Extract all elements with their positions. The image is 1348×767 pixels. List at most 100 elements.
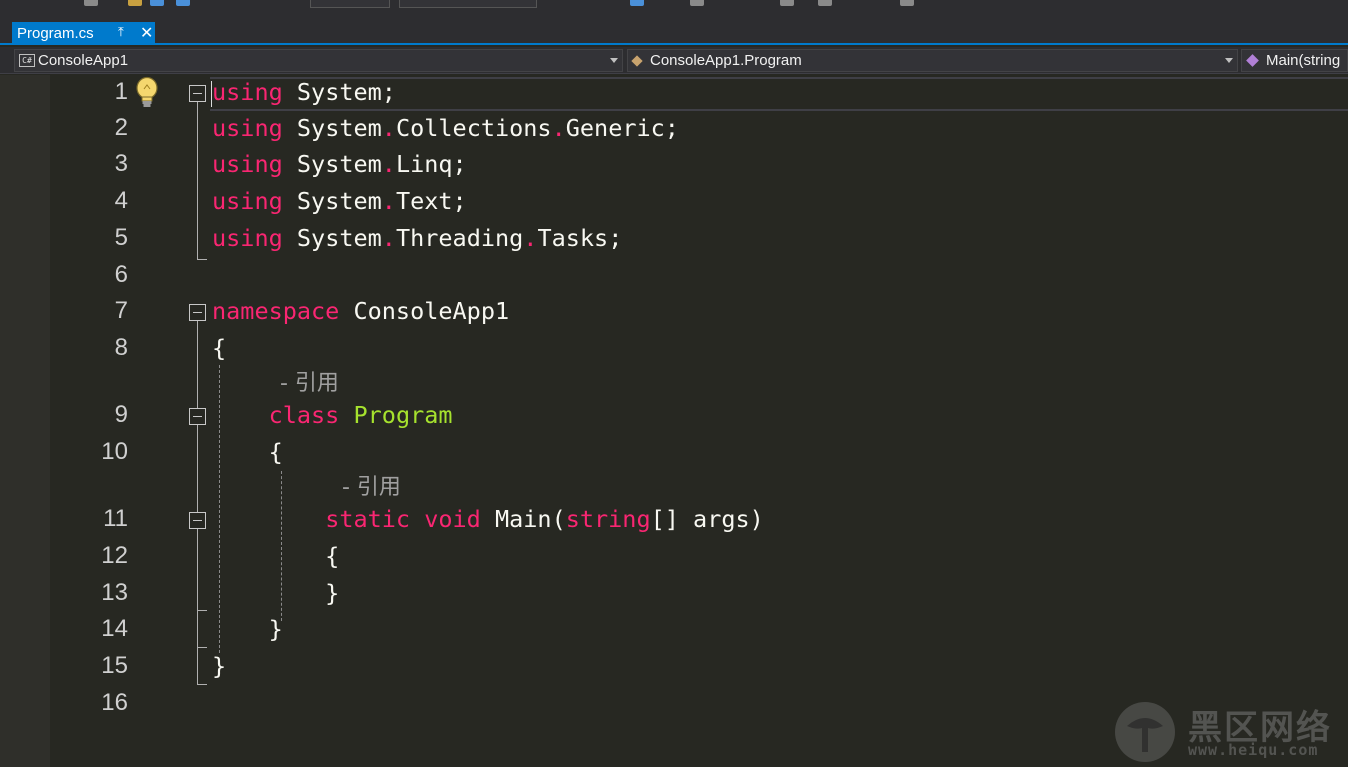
collapse-box-icon[interactable]: [189, 512, 206, 529]
code-line[interactable]: {: [212, 541, 339, 571]
codelens-references[interactable]: - 引用: [280, 370, 339, 398]
outline-line: [197, 684, 207, 685]
code-line[interactable]: using System.Linq;: [212, 149, 467, 179]
keyword-token: string: [565, 505, 651, 533]
code-token: System: [282, 150, 382, 178]
indent-guide: [281, 471, 282, 621]
member-dropdown[interactable]: Main(string: [1241, 49, 1348, 72]
keyword-token: namespace: [212, 297, 340, 325]
code-token: System: [282, 187, 382, 215]
class-dropdown-value: ConsoleApp1.Program: [650, 52, 802, 69]
project-dropdown[interactable]: C# ConsoleApp1: [14, 49, 623, 72]
outline-line: [197, 529, 198, 684]
toolbar-icon[interactable]: [780, 0, 794, 6]
code-token: [] args): [650, 505, 764, 533]
line-number: 3: [114, 150, 128, 177]
code-token: System;: [282, 78, 396, 106]
code-token: ConsoleApp1: [339, 297, 510, 325]
chevron-down-icon: [610, 58, 618, 63]
lightbulb-icon[interactable]: [134, 76, 160, 110]
code-line[interactable]: using System.Threading.Tasks;: [212, 223, 622, 253]
keyword-token: using: [212, 114, 283, 142]
line-number: 14: [101, 615, 128, 642]
code-token: System: [282, 224, 382, 252]
code-line[interactable]: namespace ConsoleApp1: [212, 296, 509, 326]
code-line[interactable]: }: [212, 651, 226, 681]
toolbar-icon[interactable]: [128, 0, 142, 6]
line-number: 10: [101, 438, 128, 465]
toolbar-icon[interactable]: [84, 0, 98, 6]
line-number: 1: [114, 78, 128, 105]
collapse-box-icon[interactable]: [189, 85, 206, 102]
code-line[interactable]: {: [212, 437, 283, 467]
toolbar: [0, 0, 1348, 20]
codelens-references[interactable]: - 引用: [342, 474, 401, 502]
keyword-token: using: [212, 78, 283, 106]
line-number: 8: [114, 334, 128, 361]
code-token: System: [282, 114, 382, 142]
toolbar-icon[interactable]: [690, 0, 704, 6]
code-token: Generic;: [565, 114, 679, 142]
code-line[interactable]: using System.Text;: [212, 186, 467, 216]
code-line[interactable]: class Program: [212, 400, 453, 430]
close-icon[interactable]: ✕: [140, 23, 153, 42]
toolbar-icon[interactable]: [176, 0, 190, 6]
code-token: .: [381, 224, 396, 252]
code-editor[interactable]: 1 2 3 4 5 6 7 8 9 10 11 12 13 14 15 16 u…: [0, 75, 1348, 767]
code-token: .: [523, 224, 538, 252]
code-line[interactable]: using System.Collections.Generic;: [212, 113, 679, 143]
code-token: {: [212, 334, 227, 362]
pin-icon[interactable]: ⤒: [118, 25, 124, 40]
collapse-box-icon[interactable]: [189, 304, 206, 321]
indicator-margin[interactable]: [0, 75, 50, 767]
member-dropdown-value: Main(string: [1266, 52, 1341, 69]
document-tab-strip: Program.cs ⤒ ✕: [0, 20, 1348, 45]
code-token: Linq;: [395, 150, 467, 178]
line-number: 9: [114, 401, 128, 428]
code-token: .: [551, 114, 566, 142]
code-line[interactable]: {: [212, 333, 226, 363]
line-number: 4: [114, 187, 128, 214]
code-line[interactable]: }: [212, 614, 283, 644]
toolbar-icon[interactable]: [818, 0, 832, 6]
code-token: Threading: [395, 224, 524, 252]
line-number: 11: [103, 505, 128, 532]
csharp-file-icon: C#: [19, 54, 35, 67]
toolbar-icon[interactable]: [150, 0, 164, 6]
tab-program-cs[interactable]: Program.cs ⤒ ✕: [12, 22, 155, 45]
toolbar-icon[interactable]: [900, 0, 914, 6]
keyword-token: using: [212, 150, 283, 178]
collapse-box-icon[interactable]: [189, 408, 206, 425]
code-token: {: [212, 438, 283, 466]
toolbar-icon[interactable]: [630, 0, 644, 6]
code-line[interactable]: }: [212, 578, 339, 608]
code-token: {: [212, 542, 340, 570]
toolbar-platform-combo[interactable]: [399, 0, 537, 8]
navigation-bar: C# ConsoleApp1 ConsoleApp1.Program Main(…: [0, 47, 1348, 74]
line-number: 15: [101, 652, 128, 679]
keyword-token: static: [325, 505, 411, 533]
line-number: 5: [114, 224, 128, 251]
code-token: Collections: [395, 114, 552, 142]
code-token: Main(: [480, 505, 566, 533]
tab-label: Program.cs: [17, 25, 94, 42]
code-token: }: [212, 579, 340, 607]
outline-line: [197, 259, 207, 260]
chevron-down-icon: [1225, 58, 1233, 63]
outline-line: [197, 647, 207, 648]
code-line[interactable]: static void Main(string[] args): [212, 504, 764, 534]
text-caret: [211, 81, 212, 107]
outline-line: [197, 102, 198, 259]
project-dropdown-value: ConsoleApp1: [38, 52, 129, 69]
outline-line: [197, 425, 198, 512]
class-dropdown[interactable]: ConsoleApp1.Program: [627, 49, 1238, 72]
code-token: }: [212, 652, 227, 680]
watermark-url: www.heiqu.com: [1188, 741, 1319, 759]
class-icon: [632, 55, 646, 67]
code-line[interactable]: using System;: [212, 77, 396, 107]
toolbar-config-combo[interactable]: [310, 0, 390, 8]
